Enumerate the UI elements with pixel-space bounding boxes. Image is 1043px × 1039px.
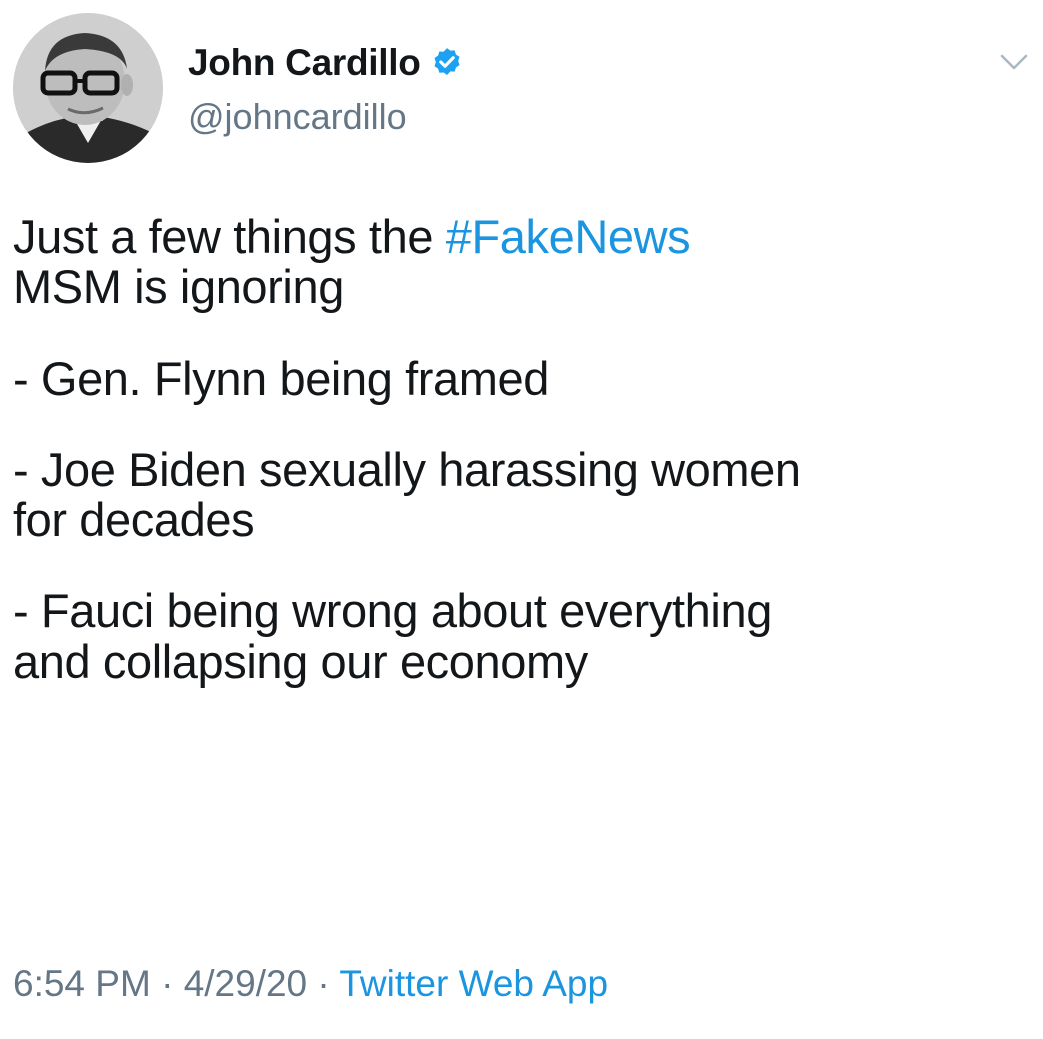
intro-text: Just a few things the [13,210,446,263]
separator: · [307,963,340,1004]
verified-badge-icon [434,48,459,76]
item-2-line-2: for decades [13,493,255,547]
tweet-intro: Just a few things the #FakeNews MSM is i… [13,210,1033,314]
tweet-source-link[interactable]: Twitter Web App [339,963,608,1004]
tweet-text: Just a few things the #FakeNews MSM is i… [13,210,1033,687]
chevron-down-icon[interactable] [998,48,1030,74]
author-name-row[interactable]: John Cardillo [188,40,464,86]
item-2-line-1: - Joe Biden sexually harassing women [13,442,801,496]
hashtag-link[interactable]: #FakeNews [446,210,691,263]
display-name[interactable]: John Cardillo [188,42,421,84]
profile-photo [13,13,163,163]
tweet-metadata: 6:54 PM · 4/29/20 · Twitter Web App [13,963,608,1005]
item-3-line-1: - Fauci being wrong about everything [13,584,772,638]
separator: · [150,963,184,1004]
author-handle[interactable]: @johncardillo [188,96,407,138]
tweet-item-3: - Fauci being wrong about everything and… [13,586,1033,687]
avatar[interactable] [13,13,163,163]
tweet-time[interactable]: 6:54 PM [13,963,151,1004]
item-1-text: - Gen. Flynn being framed [13,351,549,405]
tweet-date[interactable]: 4/29/20 [184,963,307,1004]
tweet-card: John Cardillo @johncardillo Just a few t… [0,0,1043,1039]
intro-line-2: MSM is ignoring [13,260,344,314]
tweet-item-1: - Gen. Flynn being framed [13,351,1033,405]
tweet-item-2: - Joe Biden sexually harassing women for… [13,442,1033,547]
item-3-line-2: and collapsing our economy [13,634,588,688]
